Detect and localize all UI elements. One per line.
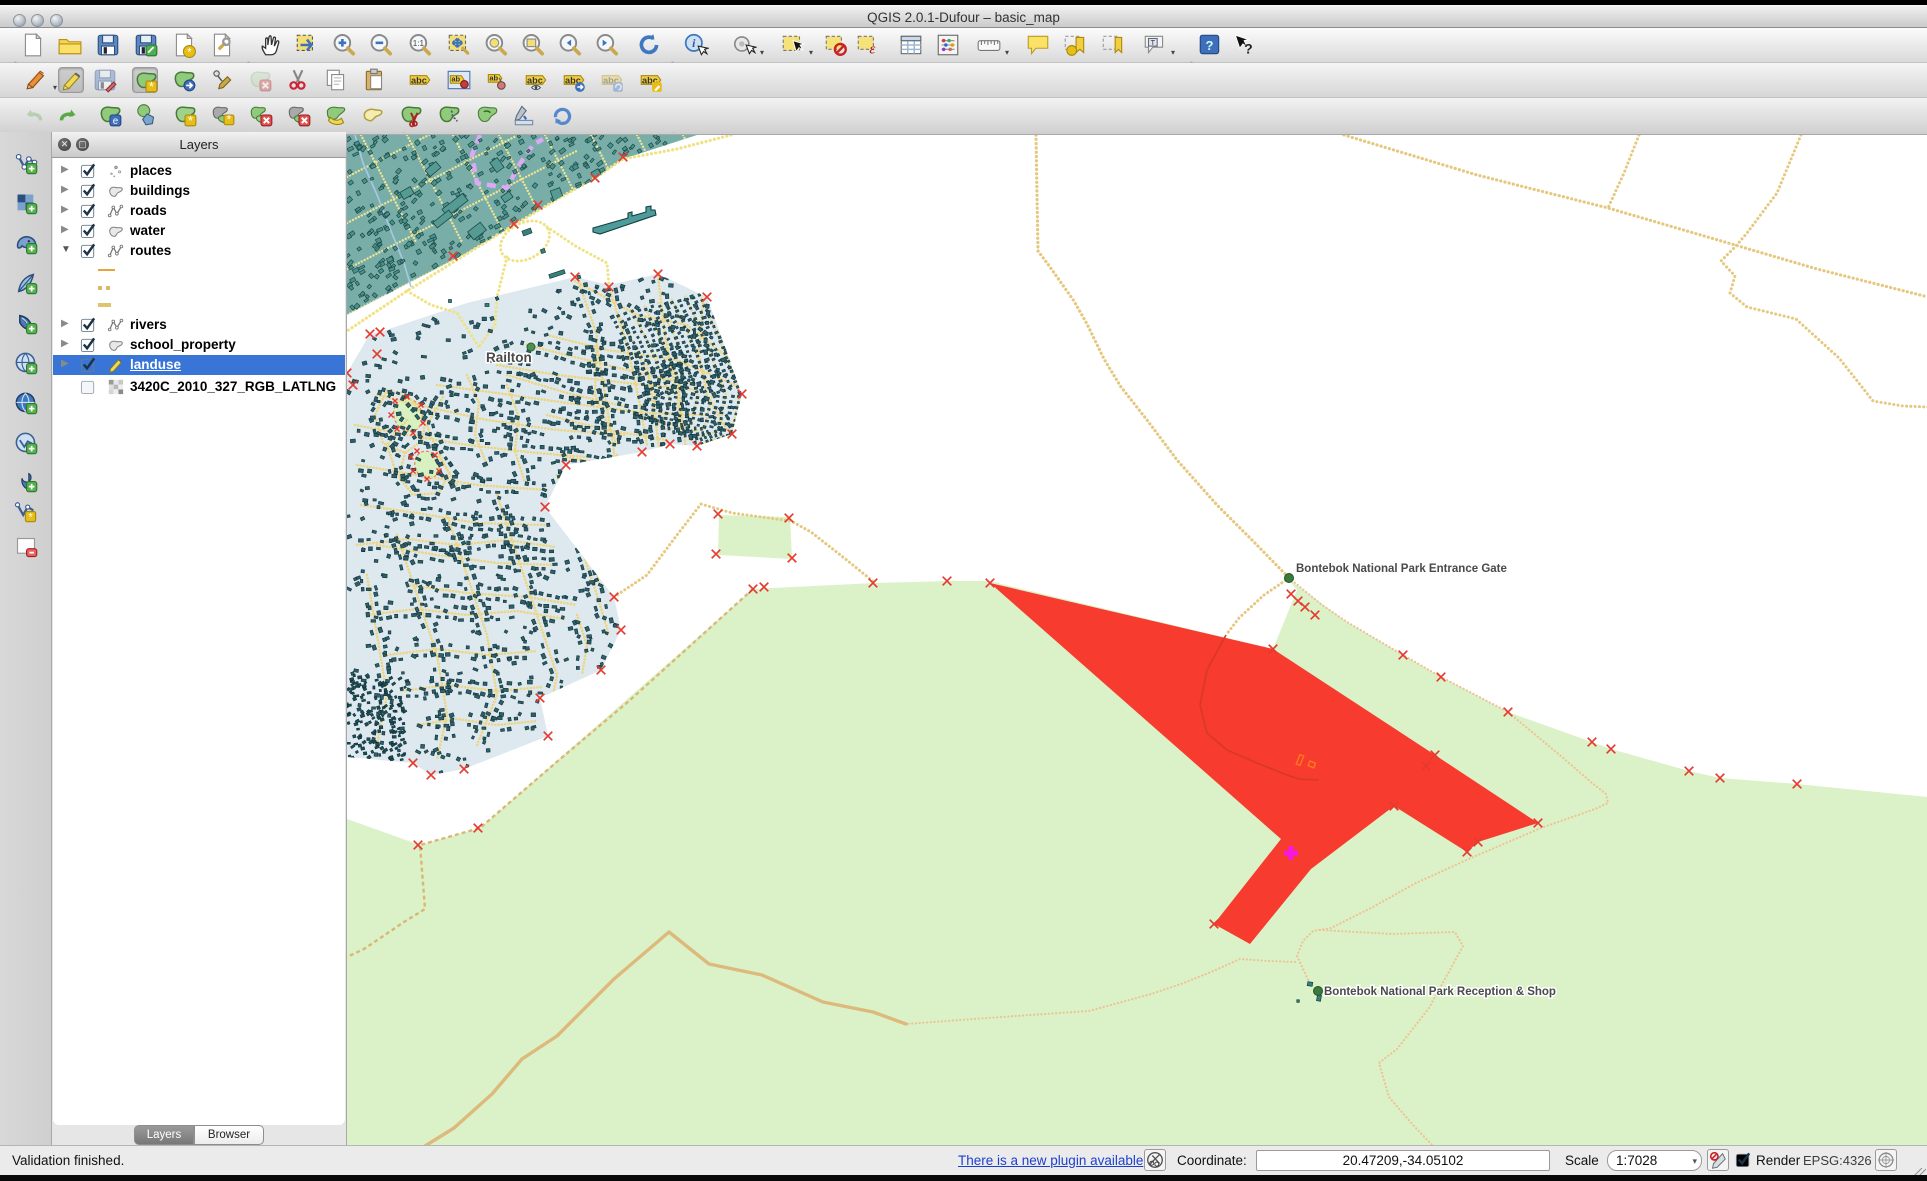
- svg-text:e: e: [113, 116, 118, 127]
- svg-text:T: T: [1151, 38, 1156, 47]
- svg-text:?: ?: [1244, 41, 1253, 57]
- svg-text:ab: ab: [451, 75, 460, 84]
- svg-text:abc: abc: [527, 75, 543, 85]
- svg-text:ab: ab: [489, 74, 498, 83]
- svg-text:Railton: Railton: [486, 350, 532, 365]
- svg-text:ε: ε: [869, 41, 875, 58]
- svg-text:*: *: [188, 113, 193, 128]
- svg-text:abc: abc: [411, 75, 427, 85]
- svg-text:1:1: 1:1: [413, 39, 425, 48]
- svg-text:*: *: [227, 113, 232, 127]
- svg-text:Bontebok National Park Recepti: Bontebok National Park Reception & Shop: [1324, 986, 1556, 998]
- svg-text:Bontebok National Park Entranc: Bontebok National Park Entrance Gate: [1296, 563, 1507, 575]
- svg-text:*: *: [28, 512, 33, 524]
- svg-text:*: *: [149, 79, 154, 94]
- svg-text:?: ?: [1205, 38, 1213, 53]
